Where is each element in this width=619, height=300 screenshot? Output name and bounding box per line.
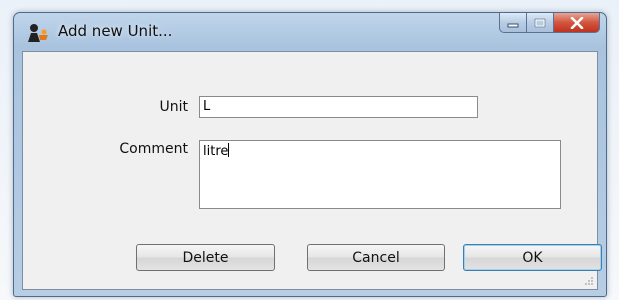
delete-button[interactable]: Delete	[136, 244, 275, 271]
maximize-button[interactable]	[527, 13, 554, 33]
unit-field-value: L	[203, 99, 211, 114]
comment-textarea-value: litre	[203, 144, 229, 159]
close-icon	[570, 16, 583, 29]
close-button[interactable]	[554, 13, 600, 33]
resize-grip-icon[interactable]	[584, 276, 594, 286]
minimize-button[interactable]	[499, 13, 527, 33]
unit-field[interactable]: L	[199, 96, 478, 118]
unit-label: Unit	[159, 99, 189, 115]
app-icon	[28, 24, 48, 42]
dialog-content: Unit L Comment litre Delete Cancel OK	[22, 51, 602, 290]
maximize-icon	[534, 18, 546, 27]
ok-button[interactable]: OK	[463, 244, 602, 271]
comment-label: Comment	[119, 141, 188, 157]
caption-buttons	[499, 13, 600, 35]
comment-textarea[interactable]: litre	[199, 140, 561, 209]
title-bar[interactable]: Add new Unit...	[14, 13, 606, 51]
window-title: Add new Unit...	[58, 22, 173, 40]
minimize-icon	[507, 23, 519, 27]
dialog-window: Add new Unit... Unit L Comment litre Del…	[13, 12, 607, 297]
text-cursor	[228, 143, 230, 157]
cancel-button[interactable]: Cancel	[307, 244, 445, 271]
